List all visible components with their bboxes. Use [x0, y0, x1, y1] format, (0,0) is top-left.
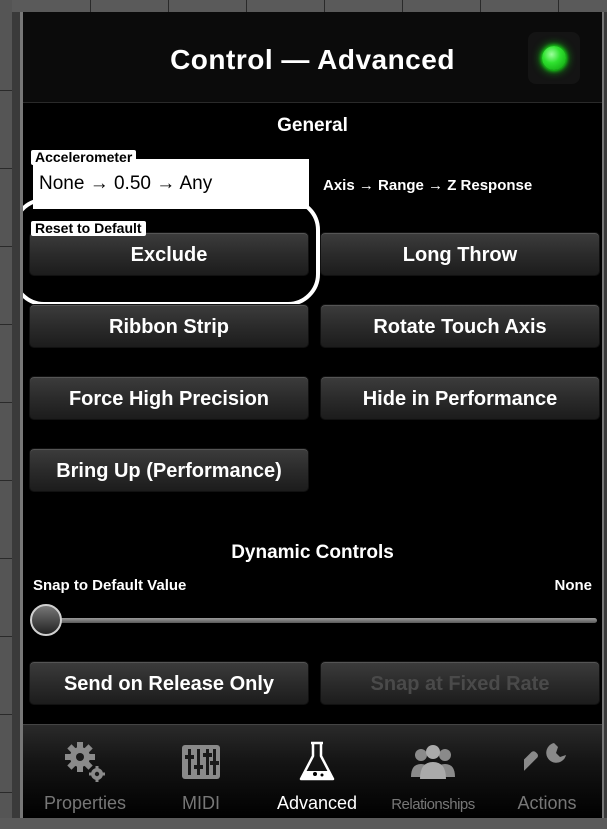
tab-relationships[interactable]: Relationships: [375, 725, 491, 818]
snap-slider-thumb[interactable]: [30, 604, 62, 636]
advanced-panel: Control — Advanced General None → 0.50 →…: [20, 12, 604, 818]
ruler-left: [0, 0, 12, 829]
axis-range-label: Axis → Range → Z Response: [323, 177, 533, 194]
hide-in-performance-button[interactable]: Hide in Performance: [320, 376, 600, 420]
tab-label-actions: Actions: [517, 793, 577, 813]
tab-properties[interactable]: Properties: [27, 725, 143, 818]
snap-fixed-rate-button[interactable]: Snap at Fixed Rate: [320, 661, 600, 705]
tab-label-advanced: Advanced: [276, 793, 358, 813]
section-title-general: General: [277, 115, 348, 136]
tab-label-properties: Properties: [43, 793, 127, 813]
send-on-release-button[interactable]: Send on Release Only: [29, 661, 309, 705]
section-title-dynamic: Dynamic Controls: [231, 542, 394, 563]
status-led-icon: [542, 46, 566, 70]
status-led-button[interactable]: [528, 32, 580, 84]
wrench-icon: [524, 743, 566, 772]
highlight-ring: [23, 198, 320, 306]
ribbon-strip-button[interactable]: Ribbon Strip: [29, 304, 309, 348]
bring-up-performance-button[interactable]: Bring Up (Performance): [29, 448, 309, 492]
tab-advanced[interactable]: Advanced: [259, 725, 375, 818]
snap-slider-track[interactable]: [51, 618, 597, 623]
mixer-icon: [182, 745, 220, 779]
snap-default-value: None: [554, 577, 593, 594]
ruler-top: [0, 0, 607, 12]
ruler-bottom: [0, 818, 607, 829]
flask-icon: [299, 741, 335, 781]
rotate-touch-axis-button[interactable]: Rotate Touch Axis: [320, 304, 600, 348]
people-icon: [411, 745, 455, 779]
long-throw-button[interactable]: Long Throw: [320, 232, 600, 276]
snap-default-label: Snap to Default Value: [33, 577, 187, 594]
accelerometer-tag: Accelerometer: [31, 150, 137, 165]
tab-label-midi: MIDI: [182, 793, 220, 813]
title-bar: Control — Advanced: [23, 12, 602, 103]
tab-actions[interactable]: Actions: [489, 725, 602, 818]
tab-label-relationships: Relationships: [391, 796, 475, 813]
force-high-precision-button[interactable]: Force High Precision: [29, 376, 309, 420]
gears-icon: [65, 742, 105, 782]
page-title: Control — Advanced: [170, 44, 455, 75]
tab-bar: Properties MIDI Advanced Relationships A…: [23, 724, 602, 818]
tab-midi[interactable]: MIDI: [143, 725, 259, 818]
